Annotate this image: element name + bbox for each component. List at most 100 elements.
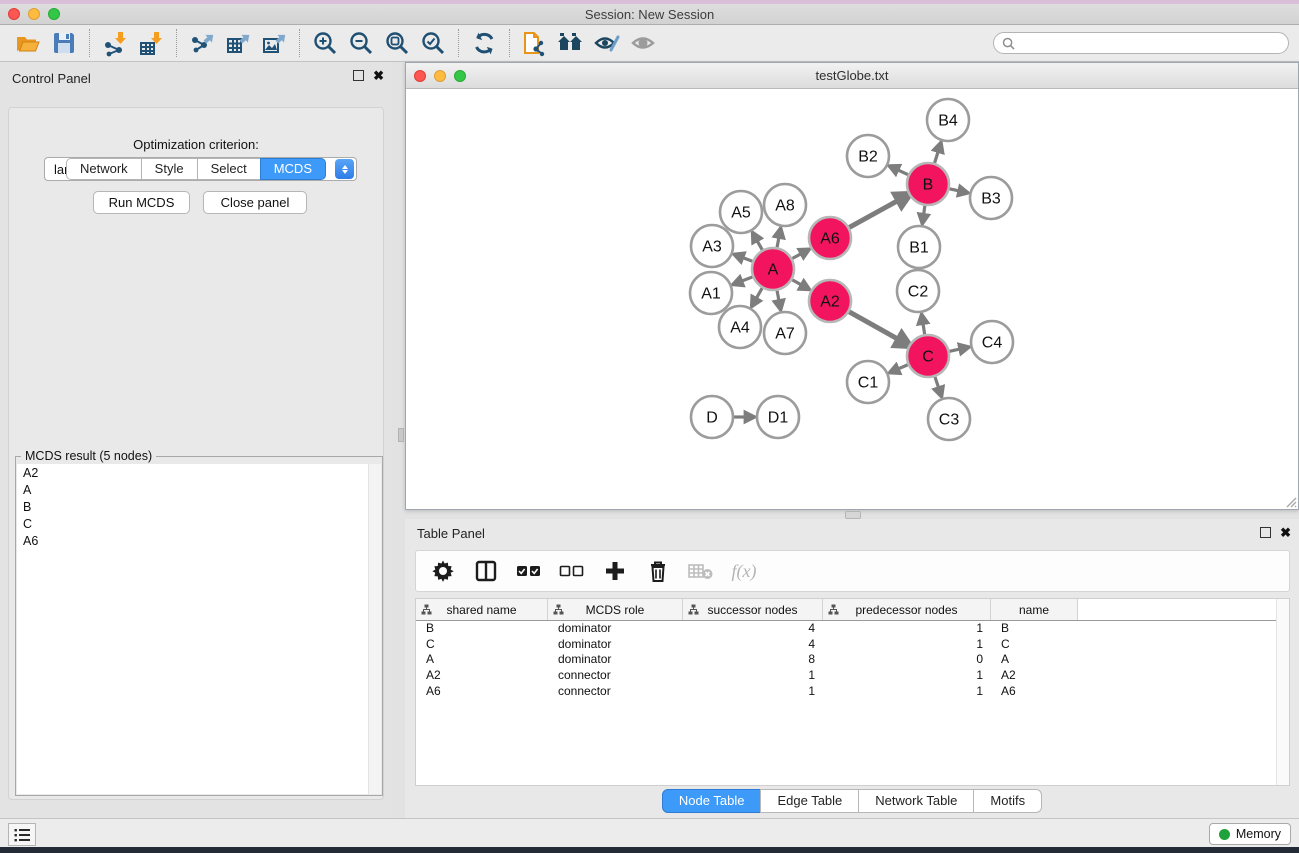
network-window-titlebar[interactable]: testGlobe.txt xyxy=(406,63,1298,89)
show-hide-eye-icon[interactable] xyxy=(625,28,661,58)
tab-network[interactable]: Network xyxy=(66,158,142,180)
column-header-successor-nodes[interactable]: successor nodes xyxy=(683,599,823,620)
table-cell[interactable]: 4 xyxy=(683,637,823,653)
table-cell[interactable]: dominator xyxy=(548,652,683,668)
table-cell[interactable]: A2 xyxy=(991,668,1078,684)
close-panel-icon[interactable]: ✖ xyxy=(373,70,384,81)
table-cell[interactable]: A6 xyxy=(416,684,548,700)
graph-node-C2[interactable]: C2 xyxy=(897,270,939,312)
edge-A-A2[interactable] xyxy=(792,280,804,287)
table-row[interactable]: A6connector11A6 xyxy=(416,684,1289,700)
edge-A-A5[interactable] xyxy=(756,238,763,250)
mcds-result-list[interactable]: A2ABCA6 xyxy=(17,464,381,794)
table-cell[interactable]: B xyxy=(416,621,548,637)
tab-network-table[interactable]: Network Table xyxy=(858,789,974,813)
node-table[interactable]: shared nameMCDS rolesuccessor nodesprede… xyxy=(415,598,1290,786)
result-item[interactable]: A6 xyxy=(17,532,381,549)
edge-A-A3[interactable] xyxy=(740,257,752,262)
graph-node-C4[interactable]: C4 xyxy=(971,321,1013,363)
graph-node-A4[interactable]: A4 xyxy=(719,306,761,348)
table-row[interactable]: Adominator80A xyxy=(416,652,1289,668)
edge-A-A8[interactable] xyxy=(777,234,779,247)
search-input[interactable] xyxy=(1020,36,1280,50)
table-cell[interactable]: A2 xyxy=(416,668,548,684)
home-networks-icon[interactable] xyxy=(553,28,589,58)
add-column-icon[interactable] xyxy=(598,555,632,587)
open-session-icon[interactable] xyxy=(10,28,46,58)
table-scrollbar[interactable] xyxy=(1276,599,1289,785)
refresh-icon[interactable] xyxy=(466,28,502,58)
column-header-shared-name[interactable]: shared name xyxy=(416,599,548,620)
graph-node-A7[interactable]: A7 xyxy=(764,312,806,354)
float-table-panel-icon[interactable] xyxy=(1260,527,1271,538)
table-cell[interactable]: dominator xyxy=(548,621,683,637)
tab-select[interactable]: Select xyxy=(197,158,261,180)
tab-node-table[interactable]: Node Table xyxy=(662,789,762,813)
table-settings-gear-icon[interactable] xyxy=(426,555,460,587)
table-cell[interactable]: 0 xyxy=(823,652,991,668)
edge-A-A7[interactable] xyxy=(777,291,779,304)
edge-C-C4[interactable] xyxy=(949,348,962,351)
hide-panels-icon[interactable] xyxy=(589,28,625,58)
edge-C-C2[interactable] xyxy=(923,321,925,335)
column-header-predecessor-nodes[interactable]: predecessor nodes xyxy=(823,599,991,620)
result-scrollbar[interactable] xyxy=(368,464,381,794)
table-cell[interactable]: 1 xyxy=(823,621,991,637)
edge-A-A4[interactable] xyxy=(755,288,762,301)
table-cell[interactable]: connector xyxy=(548,668,683,684)
search-field[interactable] xyxy=(993,32,1289,54)
edge-C-C3[interactable] xyxy=(935,377,940,391)
table-cell[interactable]: connector xyxy=(548,684,683,700)
graph-node-A1[interactable]: A1 xyxy=(690,272,732,314)
table-cell[interactable]: 4 xyxy=(683,621,823,637)
window-resize-grip[interactable] xyxy=(1284,495,1297,508)
graph-node-C3[interactable]: C3 xyxy=(928,398,970,440)
edge-C-C1[interactable] xyxy=(896,365,908,370)
edge-B-B2[interactable] xyxy=(895,169,908,175)
edge-A2-C[interactable] xyxy=(849,312,902,342)
table-cell[interactable]: B xyxy=(991,621,1078,637)
table-cell[interactable]: A xyxy=(991,652,1078,668)
graph-node-D1[interactable]: D1 xyxy=(757,396,799,438)
graph-node-B[interactable]: B xyxy=(907,163,949,205)
graph-node-B2[interactable]: B2 xyxy=(847,135,889,177)
table-cell[interactable]: 1 xyxy=(683,684,823,700)
close-panel-button[interactable]: Close panel xyxy=(203,191,307,214)
edge-B-B4[interactable] xyxy=(935,149,939,163)
tab-motifs[interactable]: Motifs xyxy=(973,789,1042,813)
column-header-name[interactable]: name xyxy=(991,599,1078,620)
table-cell[interactable]: 1 xyxy=(683,668,823,684)
graph-node-A5[interactable]: A5 xyxy=(720,191,762,233)
select-all-columns-icon[interactable] xyxy=(512,555,546,587)
zoom-out-icon[interactable] xyxy=(343,28,379,58)
table-row[interactable]: A2connector11A2 xyxy=(416,668,1289,684)
import-table-icon[interactable] xyxy=(133,28,169,58)
result-item[interactable]: A xyxy=(17,481,381,498)
export-network-icon[interactable] xyxy=(184,28,220,58)
save-session-icon[interactable] xyxy=(46,28,82,58)
result-item[interactable]: C xyxy=(17,515,381,532)
vertical-split-grip[interactable] xyxy=(398,428,404,442)
tab-mcds[interactable]: MCDS xyxy=(260,158,326,180)
import-network-icon[interactable] xyxy=(97,28,133,58)
table-cell[interactable]: dominator xyxy=(548,637,683,653)
export-image-icon[interactable] xyxy=(256,28,292,58)
edge-B-B1[interactable] xyxy=(923,206,925,218)
delete-column-trash-icon[interactable] xyxy=(641,555,675,587)
table-cell[interactable]: 1 xyxy=(823,637,991,653)
table-cell[interactable]: 1 xyxy=(823,684,991,700)
graph-node-B4[interactable]: B4 xyxy=(927,99,969,141)
edge-A6-B[interactable] xyxy=(849,198,901,227)
deselect-all-columns-icon[interactable] xyxy=(555,555,589,587)
graph-node-C[interactable]: C xyxy=(907,335,949,377)
memory-button[interactable]: Memory xyxy=(1209,823,1291,845)
table-row[interactable]: Cdominator41C xyxy=(416,637,1289,653)
horizontal-split-grip[interactable] xyxy=(845,511,861,519)
table-cell[interactable]: C xyxy=(991,637,1078,653)
toggle-column-view-icon[interactable] xyxy=(469,555,503,587)
table-cell[interactable]: 1 xyxy=(823,668,991,684)
graph-node-B3[interactable]: B3 xyxy=(970,177,1012,219)
table-cell[interactable]: A xyxy=(416,652,548,668)
network-canvas[interactable]: B4B2BB3A8A5A6A3B1AC2A1A2A4A7C4CC1DD1C3 xyxy=(406,89,1298,509)
float-panel-icon[interactable] xyxy=(353,70,364,81)
